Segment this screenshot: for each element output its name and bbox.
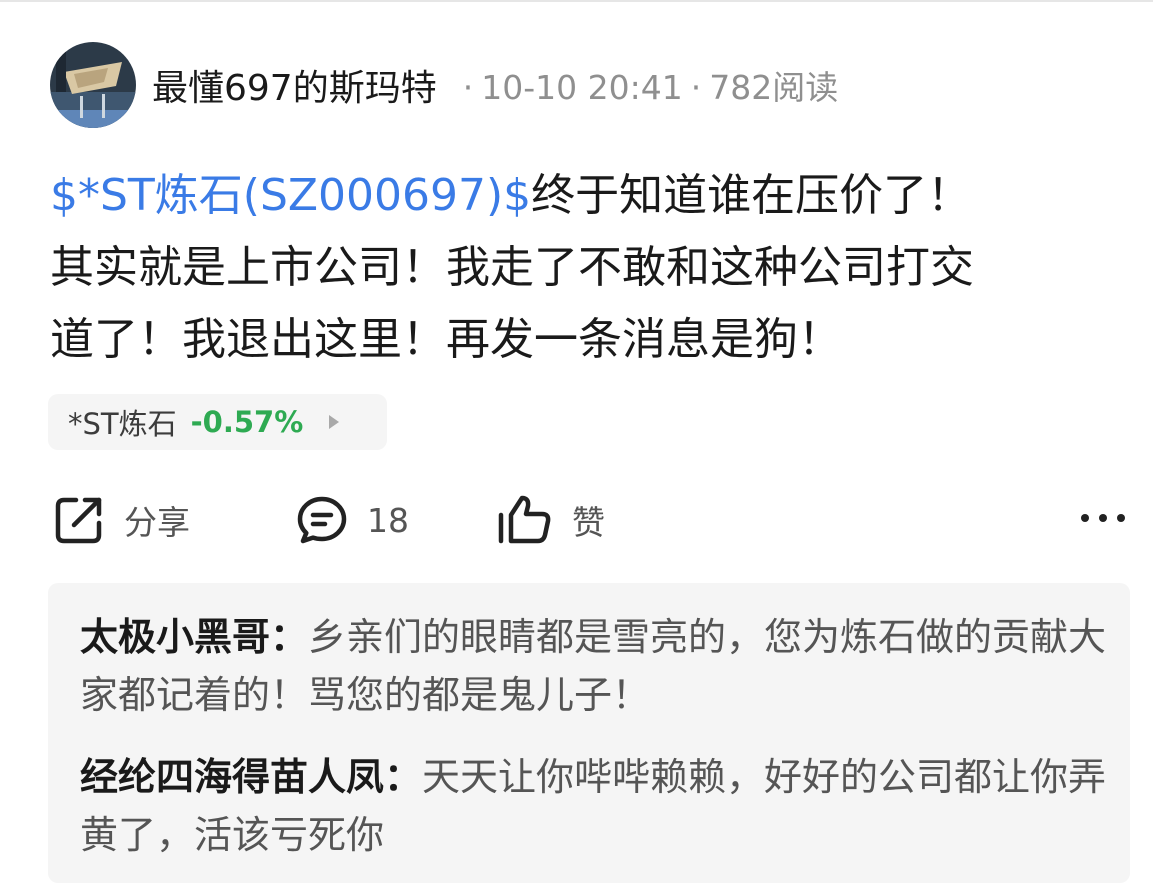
post-meta: · 10-10 20:41 · 782阅读 xyxy=(455,61,838,109)
comment-item[interactable]: 经纶四海得苗人凤：天天让你哔哔赖赖，好好的公司都让你弄黄了，活该亏死你 xyxy=(80,748,1110,864)
post-line-2: 其实就是上市公司！我走了不敢和这种公司打交 xyxy=(50,242,974,293)
post-line-1: $*ST炼石(SZ000697)$终于知道谁在压价了！ xyxy=(50,160,1130,232)
meta-separator: · xyxy=(690,68,702,107)
post-line-3: 道了！我退出这里！再发一条消息是狗！ xyxy=(50,314,842,365)
stock-tag-link[interactable]: $*ST炼石(SZ000697)$ xyxy=(50,170,531,221)
meta-separator: · xyxy=(462,68,474,107)
comment-icon xyxy=(297,496,347,544)
post-header: 最懂697的斯玛特 · 10-10 20:41 · 782阅读 xyxy=(50,42,838,128)
comment-colon: ： xyxy=(270,615,309,659)
top-divider xyxy=(0,0,1153,2)
stock-chip-name: *ST炼石 xyxy=(68,407,177,441)
comment-colon: ： xyxy=(384,755,423,799)
share-icon xyxy=(55,497,102,544)
comment-button[interactable]: 18 xyxy=(295,490,409,550)
stock-chip-change: -0.57% xyxy=(190,405,304,439)
post-date: 10-10 20:41 xyxy=(481,68,683,107)
avatar-image xyxy=(50,42,136,128)
avatar[interactable] xyxy=(50,42,136,128)
comment-item[interactable]: 太极小黑哥：乡亲们的眼睛都是雪亮的，您为炼石做的贡献大家都记着的！骂您的都是鬼儿… xyxy=(80,608,1110,724)
share-button[interactable]: 分享 xyxy=(52,490,190,550)
stock-chip[interactable]: *ST炼石 -0.57% xyxy=(48,394,387,450)
comment-count: 18 xyxy=(367,500,409,540)
share-label: 分享 xyxy=(124,503,190,542)
like-label: 赞 xyxy=(572,503,605,542)
comment-author[interactable]: 太极小黑哥 xyxy=(80,615,270,659)
post-body: $*ST炼石(SZ000697)$终于知道谁在压价了！ 其实就是上市公司！我走了… xyxy=(50,160,1130,376)
like-button[interactable]: 赞 xyxy=(496,490,605,550)
thumbs-up-icon xyxy=(498,495,551,544)
author-name[interactable]: 最懂697的斯玛特 xyxy=(152,59,437,111)
action-bar: 分享 18 赞 xyxy=(52,490,1127,550)
comment-preview-panel[interactable]: 太极小黑哥：乡亲们的眼睛都是雪亮的，您为炼石做的贡献大家都记着的！骂您的都是鬼儿… xyxy=(48,583,1130,883)
play-arrow-icon xyxy=(329,415,340,429)
post-text-1: 终于知道谁在压价了！ xyxy=(531,170,972,221)
read-count: 782阅读 xyxy=(709,68,839,107)
comment-author[interactable]: 经纶四海得苗人凤 xyxy=(80,755,384,799)
more-horizontal-icon[interactable] xyxy=(1079,510,1127,526)
